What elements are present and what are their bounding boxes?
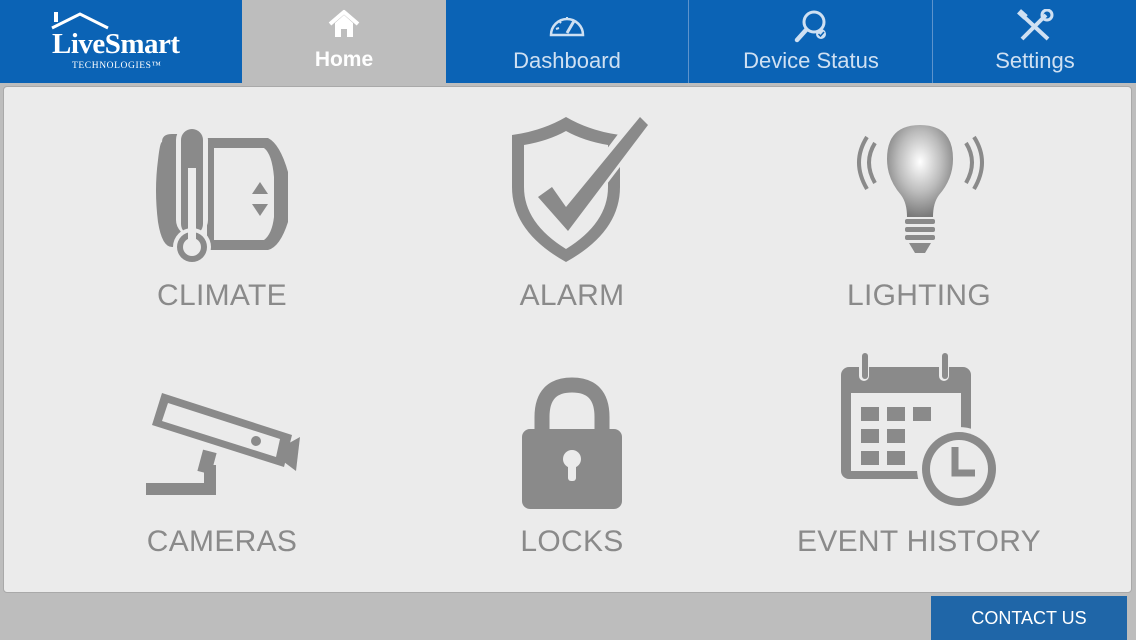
tools-icon bbox=[1017, 9, 1054, 41]
brand-logo[interactable]: LiveSmart TECHNOLOGIES™ bbox=[0, 0, 241, 83]
tile-event-history[interactable]: EVENT HISTORY bbox=[784, 347, 1054, 577]
tile-alarm-label: ALARM bbox=[519, 279, 625, 312]
tile-alarm[interactable]: ALARM bbox=[472, 117, 672, 317]
brand-name: LiveSmart bbox=[52, 28, 180, 60]
tile-cameras-label: CAMERAS bbox=[146, 525, 298, 558]
tab-settings[interactable]: Settings bbox=[934, 0, 1136, 83]
tile-climate[interactable]: CLIMATE bbox=[122, 117, 322, 317]
tab-settings-label: Settings bbox=[995, 48, 1075, 73]
tile-event-history-label: EVENT HISTORY bbox=[797, 525, 1041, 558]
tab-dashboard[interactable]: Dashboard bbox=[446, 0, 689, 83]
padlock-icon bbox=[522, 377, 622, 509]
lightbulb-icon bbox=[857, 125, 984, 253]
tab-device-status[interactable]: Device Status bbox=[690, 0, 933, 83]
tab-device-status-label: Device Status bbox=[743, 48, 879, 73]
tile-cameras[interactable]: CAMERAS bbox=[122, 377, 322, 577]
tile-climate-label: CLIMATE bbox=[157, 279, 287, 312]
top-nav-bar: LiveSmart TECHNOLOGIES™ Home Dashboard D… bbox=[0, 0, 1136, 83]
home-panel: CLIMATE ALARM LIGHTING CAMERAS LOCKS EVE… bbox=[3, 86, 1132, 593]
security-camera-icon bbox=[146, 393, 300, 495]
tab-dashboard-label: Dashboard bbox=[513, 48, 621, 73]
tile-locks-label: LOCKS bbox=[520, 525, 624, 558]
magnifier-check-icon bbox=[794, 10, 826, 43]
calendar-clock-icon bbox=[841, 351, 1001, 511]
shield-check-icon bbox=[512, 117, 652, 262]
thermostat-icon bbox=[156, 124, 288, 266]
tab-home-label: Home bbox=[314, 48, 374, 71]
tab-home[interactable]: Home bbox=[242, 0, 446, 83]
tile-lighting[interactable]: LIGHTING bbox=[819, 117, 1019, 317]
contact-us-button[interactable]: CONTACT US bbox=[931, 596, 1127, 640]
tile-lighting-label: LIGHTING bbox=[846, 279, 992, 312]
brand-subtitle: TECHNOLOGIES™ bbox=[72, 61, 162, 71]
tile-locks[interactable]: LOCKS bbox=[472, 377, 672, 577]
home-icon bbox=[328, 10, 360, 37]
gauge-icon bbox=[549, 17, 585, 37]
